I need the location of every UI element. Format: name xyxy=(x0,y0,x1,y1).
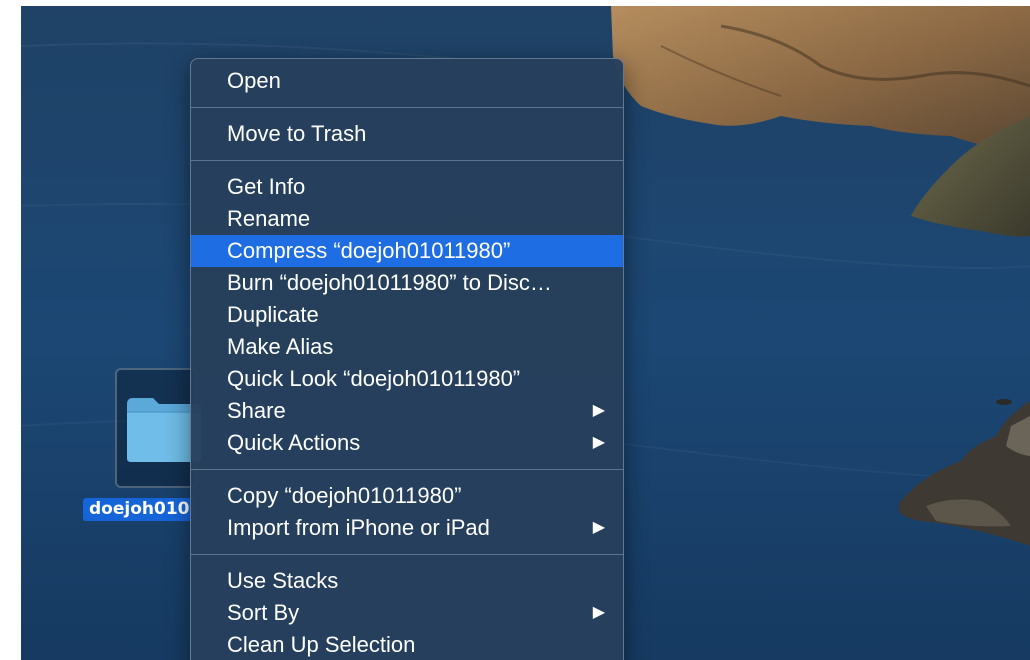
menu-item-burn-to-disc[interactable]: Burn “doejoh01011980” to Disc… xyxy=(191,267,623,299)
menu-item-label: Copy “doejoh01011980” xyxy=(227,483,462,508)
submenu-arrow-icon: ▶ xyxy=(592,434,605,451)
menu-item-label: Duplicate xyxy=(227,302,319,327)
submenu-arrow-icon: ▶ xyxy=(592,519,605,536)
folder-label[interactable]: doejoh010 xyxy=(83,498,196,521)
menu-item-duplicate[interactable]: Duplicate xyxy=(191,299,623,331)
menu-item-quick-look[interactable]: Quick Look “doejoh01011980” xyxy=(191,363,623,395)
menu-item-compress[interactable]: Compress “doejoh01011980” xyxy=(191,235,623,267)
menu-item-import-from-iphone[interactable]: Import from iPhone or iPad ▶ xyxy=(191,512,623,544)
menu-separator xyxy=(191,469,623,470)
menu-item-label: Burn “doejoh01011980” to Disc… xyxy=(227,270,552,295)
menu-item-label: Sort By xyxy=(227,600,300,625)
menu-item-make-alias[interactable]: Make Alias xyxy=(191,331,623,363)
menu-item-label: Share xyxy=(227,398,286,423)
menu-item-label: Make Alias xyxy=(227,334,334,359)
submenu-arrow-icon: ▶ xyxy=(592,402,605,419)
menu-item-get-info[interactable]: Get Info xyxy=(191,171,623,203)
menu-separator xyxy=(191,554,623,555)
menu-item-share[interactable]: Share ▶ xyxy=(191,395,623,427)
context-menu: Open Move to Trash Get Info Rename Compr… xyxy=(190,58,624,660)
menu-item-clean-up-selection[interactable]: Clean Up Selection xyxy=(191,629,623,660)
menu-item-rename[interactable]: Rename xyxy=(191,203,623,235)
menu-item-label: Clean Up Selection xyxy=(227,632,416,657)
menu-item-copy[interactable]: Copy “doejoh01011980” xyxy=(191,480,623,512)
menu-item-label: Rename xyxy=(227,206,311,231)
menu-separator xyxy=(191,160,623,161)
menu-item-label: Move to Trash xyxy=(227,121,367,146)
menu-item-label: Compress “doejoh01011980” xyxy=(227,238,511,263)
menu-item-move-to-trash[interactable]: Move to Trash xyxy=(191,118,623,150)
menu-item-label: Use Stacks xyxy=(227,568,339,593)
submenu-arrow-icon: ▶ xyxy=(592,604,605,621)
menu-item-use-stacks[interactable]: Use Stacks xyxy=(191,565,623,597)
menu-separator xyxy=(191,107,623,108)
menu-item-label: Get Info xyxy=(227,174,306,199)
menu-item-open[interactable]: Open xyxy=(191,65,623,97)
menu-item-label: Quick Look “doejoh01011980” xyxy=(227,366,521,391)
menu-item-label: Import from iPhone or iPad xyxy=(227,515,490,540)
menu-item-label: Open xyxy=(227,68,281,93)
menu-item-label: Quick Actions xyxy=(227,430,361,455)
menu-item-sort-by[interactable]: Sort By ▶ xyxy=(191,597,623,629)
menu-item-quick-actions[interactable]: Quick Actions ▶ xyxy=(191,427,623,459)
desktop[interactable]: doejoh010 Open Move to Trash Get Info Re… xyxy=(21,6,1030,660)
